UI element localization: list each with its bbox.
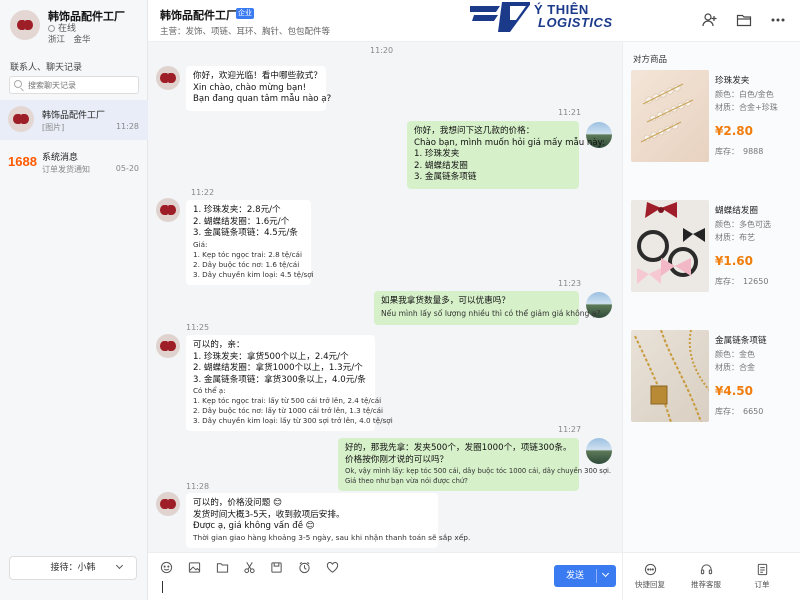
chevron-down-icon[interactable] bbox=[601, 569, 610, 578]
enterprise-badge: 企业 bbox=[236, 8, 254, 19]
message-bubble-incoming: 1. 珍珠发夹：2.8元/个 2. 蝴蝶结发圈：1.6元/个 3. 金属链条项链… bbox=[186, 200, 314, 285]
conversation-preview: 订单发货通知 bbox=[42, 165, 90, 174]
seller-avatar bbox=[156, 334, 180, 358]
message-bubble-incoming: 可以的，价格没问题 😊 发货时间大概3-5天，收到款项后安排。 Được ạ, … bbox=[186, 493, 470, 548]
send-divider bbox=[596, 569, 597, 583]
product-image-chain-necklace[interactable] bbox=[631, 330, 709, 422]
conversation-time: 11:28 bbox=[115, 122, 139, 131]
recommend-service-button[interactable]: 推荐客服 bbox=[681, 563, 731, 590]
conversation-avatar bbox=[8, 106, 34, 132]
contacts-label: 联系人、聊天记录 bbox=[10, 63, 83, 73]
shop-avatar[interactable] bbox=[10, 10, 40, 40]
conversation-time: 05-20 bbox=[115, 164, 139, 173]
message-bubble-outgoing: 你好，我想问下这几款的价格： Chào bạn, mình muốn hỏi g… bbox=[407, 121, 605, 189]
message-time: 11:20 bbox=[370, 46, 394, 55]
product-stock: 库存： 12650 bbox=[715, 277, 769, 286]
reception-label: 接待：小韩 bbox=[50, 563, 96, 573]
conversation-name: 系统消息 bbox=[42, 153, 79, 163]
emoji-icon[interactable] bbox=[160, 561, 173, 574]
save-icon[interactable] bbox=[270, 561, 283, 574]
seller-avatar bbox=[156, 66, 180, 90]
conversation-item-system[interactable]: 1688 系统消息 订单发货通知 05-20 bbox=[0, 142, 148, 182]
message-time: 11:27 bbox=[558, 425, 582, 434]
seller-avatar bbox=[156, 492, 180, 516]
brand-watermark: Ý THIÊN LOGISTICS bbox=[470, 2, 630, 32]
send-button[interactable]: 发送 bbox=[554, 565, 616, 587]
product-card[interactable]: 蝴蝶结发圈 颜色：多色可选 材质：布艺 ¥1.60 库存： 12650 bbox=[631, 200, 799, 296]
product-price: ¥4.50 bbox=[715, 384, 753, 398]
product-color: 颜色：多色可选 bbox=[715, 220, 771, 229]
brand-name-line2: LOGISTICS bbox=[538, 15, 613, 30]
chat-title: 韩饰品配件工厂 bbox=[160, 9, 237, 22]
chevron-down-icon bbox=[115, 561, 124, 570]
left-sidebar: 韩饰品配件工厂 在线 浙江 金华 联系人、聊天记录 韩饰品配件工厂 [图片] 1… bbox=[0, 0, 148, 600]
message-composer: 发送 bbox=[148, 552, 622, 600]
conversation-item-shop[interactable]: 韩饰品配件工厂 [图片] 11:28 bbox=[0, 100, 148, 140]
send-label: 发送 bbox=[566, 571, 585, 581]
chat-header: 韩饰品配件工厂 企业 主营：发饰、项链、耳环、胸针、包包配件等 Ý THIÊN … bbox=[148, 0, 800, 42]
product-panel-actions: 快捷回复 推荐客服 订单 bbox=[622, 552, 800, 600]
product-price: ¥1.60 bbox=[715, 254, 753, 268]
product-card[interactable]: 金属链条项链 颜色：金色 材质：合金 ¥4.50 库存： 6650 bbox=[631, 330, 799, 426]
message-bubble-outgoing: 好的，那我先拿：发夹500个，发圈1000个，项链300条。 价格按你刚才说的可… bbox=[338, 438, 611, 491]
product-material: 材质：合金 bbox=[715, 363, 755, 372]
quick-reply-icon bbox=[644, 563, 656, 576]
product-name: 蝴蝶结发圈 bbox=[715, 206, 758, 216]
product-stock: 库存： 9888 bbox=[715, 147, 764, 156]
product-price: ¥2.80 bbox=[715, 124, 753, 138]
conversation-name: 韩饰品配件工厂 bbox=[42, 111, 106, 121]
order-button[interactable]: 订单 bbox=[737, 563, 787, 590]
product-stock: 库存： 6650 bbox=[715, 407, 764, 416]
message-bubble-incoming: 可以的，亲： 1. 珍珠发夹：拿货500个以上，2.4元/个 2. 蝴蝶结发圈：… bbox=[186, 335, 393, 431]
product-material: 材质：合金+珍珠 bbox=[715, 103, 778, 112]
brand-logo-icon bbox=[470, 2, 530, 32]
product-panel: 对方商品 珍珠发夹 颜色：白色/金色 材质：合金+珍珠 ¥2.80 库存： 98… bbox=[622, 42, 800, 552]
reception-dropdown[interactable]: 接待：小韩 bbox=[9, 556, 137, 580]
message-time: 11:22 bbox=[191, 188, 215, 197]
folder-icon[interactable] bbox=[736, 12, 752, 28]
product-image-bow-scrunchie[interactable] bbox=[631, 200, 709, 292]
product-color: 颜色：白色/金色 bbox=[715, 90, 774, 99]
text-input-caret[interactable] bbox=[162, 581, 163, 593]
seller-avatar bbox=[156, 198, 180, 222]
conversation-preview: [图片] bbox=[42, 123, 65, 132]
status-dot-icon bbox=[48, 25, 55, 32]
folder-icon[interactable] bbox=[216, 561, 229, 574]
search-input[interactable] bbox=[9, 76, 139, 94]
order-icon bbox=[757, 563, 767, 576]
message-time: 11:21 bbox=[558, 108, 582, 117]
product-color: 颜色：金色 bbox=[715, 350, 755, 359]
more-icon[interactable] bbox=[770, 12, 786, 28]
message-bubble-outgoing: 如果我拿货数量多，可以优惠吗？ Nếu mình lấy số lượng nh… bbox=[374, 291, 600, 325]
main-products: 主营：发饰、项链、耳环、胸针、包包配件等 bbox=[160, 27, 331, 37]
search-icon bbox=[14, 80, 22, 88]
product-name: 金属链条项链 bbox=[715, 336, 767, 346]
product-card[interactable]: 珍珠发夹 颜色：白色/金色 材质：合金+珍珠 ¥2.80 库存： 9888 bbox=[631, 70, 799, 166]
product-image-pearl-clip[interactable] bbox=[631, 70, 709, 162]
image-icon[interactable] bbox=[188, 561, 201, 574]
quick-reply-button[interactable]: 快捷回复 bbox=[625, 563, 675, 590]
chat-messages: 11:20 你好，欢迎光临！看中哪些款式？ Xin chào, chào mừn… bbox=[148, 42, 622, 552]
message-bubble-incoming: 你好，欢迎光临！看中哪些款式？ Xin chào, chào mừng bạn!… bbox=[186, 66, 331, 111]
scissors-icon[interactable] bbox=[243, 561, 256, 574]
heart-icon[interactable] bbox=[326, 561, 339, 574]
clock-icon[interactable] bbox=[298, 561, 311, 574]
message-time: 11:23 bbox=[558, 279, 582, 288]
1688-logo: 1688 bbox=[8, 154, 37, 169]
shop-profile: 韩饰品配件工厂 在线 浙江 金华 bbox=[10, 8, 140, 45]
buyer-avatar bbox=[586, 438, 612, 464]
add-user-icon[interactable] bbox=[702, 12, 718, 28]
product-name: 珍珠发夹 bbox=[715, 76, 750, 86]
product-material: 材质：布艺 bbox=[715, 233, 755, 242]
product-panel-title: 对方商品 bbox=[633, 55, 668, 65]
shop-location: 浙江 金华 bbox=[48, 35, 91, 45]
message-time: 11:25 bbox=[186, 323, 210, 332]
service-icon bbox=[700, 564, 712, 575]
message-time: 11:28 bbox=[186, 482, 210, 491]
